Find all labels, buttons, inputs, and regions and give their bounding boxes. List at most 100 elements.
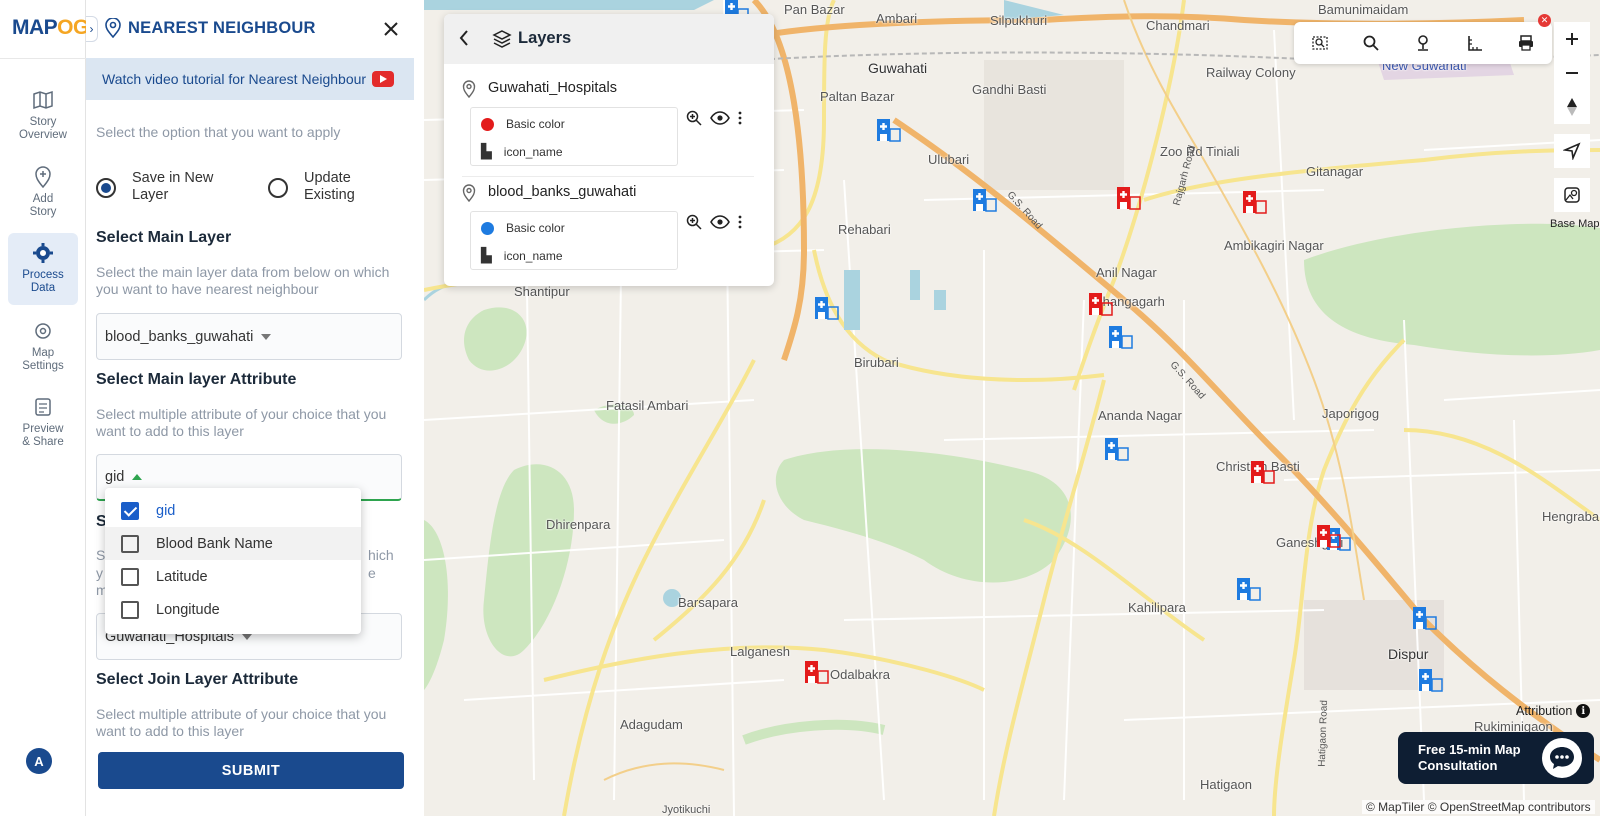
back-chevron-icon[interactable] xyxy=(458,28,470,53)
search-area-icon[interactable] xyxy=(1311,34,1329,52)
blood-bank-marker[interactable] xyxy=(804,660,830,686)
eye-icon[interactable] xyxy=(710,215,730,229)
place-label: Ananda Nagar xyxy=(1098,408,1182,423)
share-icon xyxy=(8,395,78,419)
toolbar-close-icon[interactable]: ✕ xyxy=(1538,14,1551,27)
compass-button[interactable] xyxy=(1554,90,1590,124)
eye-icon[interactable] xyxy=(710,111,730,125)
rail-item-preview-share[interactable]: Preview & Share xyxy=(8,387,78,459)
layer-tools xyxy=(686,110,742,126)
main-layer-select[interactable]: blood_banks_guwahati xyxy=(96,313,402,360)
hospital-marker[interactable] xyxy=(1236,577,1262,603)
dropdown-option-latitude[interactable]: Latitude xyxy=(105,560,361,593)
print-icon[interactable] xyxy=(1517,34,1535,52)
place-label: Zoo Rd Tiniali xyxy=(1160,144,1240,159)
blood-bank-marker[interactable] xyxy=(1242,190,1268,216)
rail-item-story-overview[interactable]: Story Overview xyxy=(8,80,78,152)
search-icon[interactable] xyxy=(1362,34,1380,52)
checkbox-checked-icon[interactable] xyxy=(121,501,139,520)
legend-label: Basic color xyxy=(506,117,565,131)
checkbox-icon[interactable] xyxy=(121,600,139,619)
place-label: Dispur xyxy=(1388,646,1429,662)
attribution-toggle[interactable]: Attribution i xyxy=(1516,704,1591,718)
zoom-out-button[interactable] xyxy=(1554,56,1590,90)
basemap-label: Base Map xyxy=(1550,218,1600,230)
location-pin-icon[interactable] xyxy=(1414,34,1432,52)
save-new-layer-radio[interactable] xyxy=(96,178,116,198)
dropdown-option-gid[interactable]: gid xyxy=(105,494,361,527)
join-attr-heading: Select Join Layer Attribute xyxy=(96,671,299,688)
legend-label: icon_name xyxy=(503,248,563,263)
rail-item-process-data[interactable]: Process Data xyxy=(8,233,78,305)
close-panel-button[interactable] xyxy=(380,18,402,40)
place-label: Bamunimaidam xyxy=(1318,2,1409,17)
hospital-marker[interactable] xyxy=(814,296,840,322)
place-label: Hengrabari xyxy=(1542,509,1600,524)
zoom-to-layer-icon[interactable] xyxy=(686,214,702,230)
rail-item-add-story[interactable]: Add Story xyxy=(8,157,78,229)
layer-name: blood_banks_guwahati xyxy=(488,184,637,200)
place-label: Ulubari xyxy=(928,152,970,167)
basemap-icon xyxy=(1564,187,1580,203)
place-label: Guwahati xyxy=(868,60,928,76)
main-layer-heading: Select Main Layer xyxy=(96,229,232,246)
hospital-marker[interactable] xyxy=(972,188,998,214)
video-tutorial-text: Watch video tutorial for Nearest Neighbo… xyxy=(102,71,367,87)
place-label: Kahilipara xyxy=(1128,600,1186,615)
place-label: Hatigaon xyxy=(1200,777,1253,792)
blood-bank-marker[interactable] xyxy=(1116,186,1142,212)
mapog-logo[interactable]: MAPOG xyxy=(12,16,89,40)
place-label: Gandhi Basti xyxy=(972,82,1047,97)
option-label: Blood Bank Name xyxy=(156,535,273,552)
dropdown-option-longitude[interactable]: Longitude xyxy=(105,593,361,626)
close-icon xyxy=(384,22,398,36)
update-existing-label[interactable]: Update Existing xyxy=(304,170,355,204)
blood-bank-marker[interactable] xyxy=(1088,292,1114,318)
measure-icon[interactable] xyxy=(1466,34,1484,52)
blue-dot-icon xyxy=(481,221,494,235)
chat-button[interactable] xyxy=(1542,738,1582,778)
place-label: Lalganesh xyxy=(730,644,790,659)
join-layer-hint-partial-4: hich xyxy=(368,547,394,563)
hospital-marker[interactable] xyxy=(876,118,902,144)
save-new-layer-label[interactable]: Save in New Layer xyxy=(132,170,213,204)
panel-header: › NEAREST NEIGHBOUR xyxy=(86,0,424,58)
hospital-marker[interactable] xyxy=(1412,606,1438,632)
place-label: Silpukhuri xyxy=(990,13,1048,28)
rail-item-map-settings[interactable]: Map Settings xyxy=(8,311,78,383)
place-label: Odalbakra xyxy=(830,667,890,682)
zoom-in-button[interactable] xyxy=(1554,22,1590,56)
avatar[interactable]: A xyxy=(26,748,52,774)
more-vertical-icon[interactable] xyxy=(738,111,742,125)
blood-bank-marker[interactable] xyxy=(1250,460,1276,486)
layers-panel: Layers Guwahati_Hospitals Basic color ▙ i… xyxy=(444,14,774,286)
zoom-to-layer-icon[interactable] xyxy=(686,110,702,126)
place-label: Dhirenpara xyxy=(546,517,611,532)
layer-tools xyxy=(686,214,742,230)
join-layer-hint-partial-5: e xyxy=(368,565,376,581)
more-vertical-icon[interactable] xyxy=(738,215,742,229)
checkbox-icon[interactable] xyxy=(121,534,139,553)
layer-legend: Basic color ▙ icon_name xyxy=(470,211,678,270)
hospital-marker[interactable] xyxy=(1108,325,1134,351)
locate-me-button[interactable] xyxy=(1554,134,1590,168)
rail-divider xyxy=(0,58,86,59)
option-label: Latitude xyxy=(156,568,208,585)
hospital-marker[interactable] xyxy=(1104,437,1130,463)
layers-title: Layers xyxy=(518,29,572,47)
video-tutorial-link[interactable]: Watch video tutorial for Nearest Neighbo… xyxy=(86,58,414,100)
checkbox-icon[interactable] xyxy=(121,567,139,586)
submit-button[interactable]: SUBMIT xyxy=(98,752,404,789)
hospital-marker[interactable] xyxy=(1418,668,1444,694)
update-existing-radio[interactable] xyxy=(268,178,288,198)
main-attr-heading: Select Main layer Attribute xyxy=(96,371,297,388)
place-label: Barsapara xyxy=(678,595,738,610)
collapse-panel-button[interactable]: › xyxy=(86,16,98,42)
dropdown-option-blood-bank-name[interactable]: Blood Bank Name xyxy=(105,527,361,560)
red-dot-icon xyxy=(481,117,494,131)
place-label: Anil Nagar xyxy=(1096,265,1157,280)
basemap-button[interactable] xyxy=(1554,178,1590,212)
map-toolbar xyxy=(1294,22,1552,64)
blood-bank-marker[interactable] xyxy=(1316,524,1342,550)
option-label: gid xyxy=(156,502,176,519)
